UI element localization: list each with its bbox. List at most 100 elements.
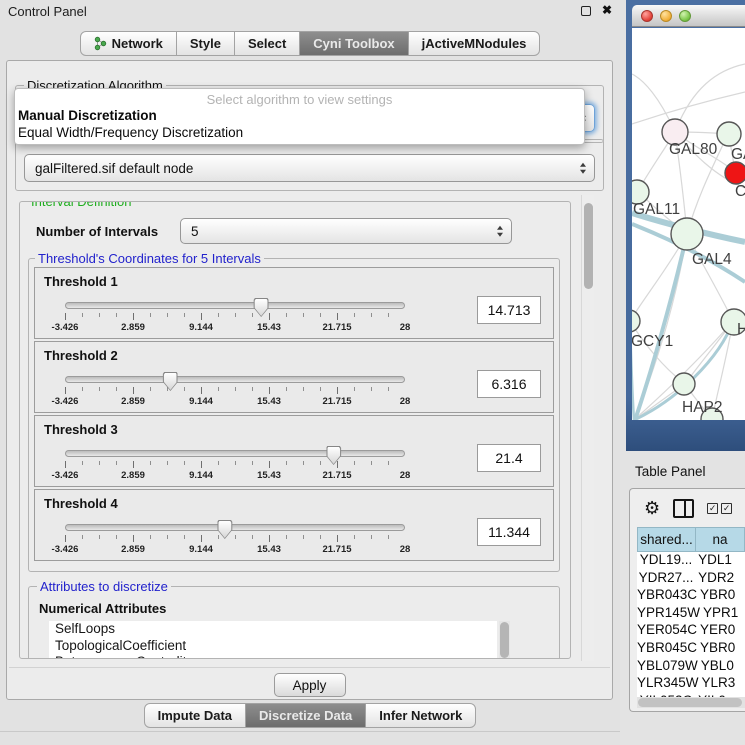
node-right-top[interactable] [717,122,741,146]
table-row[interactable]: YLR345W YLR3 [637,675,745,693]
threshold-value-field[interactable]: 14.713 [477,296,541,324]
tab-jactivemnodules[interactable]: jActiveMNodules [408,31,541,56]
cell-name[interactable]: YLR3 [699,675,745,693]
threshold-list: Threshold 1 -3.426 2.859 [34,267,554,563]
node-label: GAL80 [669,141,718,158]
scrollbar-thumb[interactable] [584,203,593,289]
zoom-traffic-light-icon[interactable] [679,10,691,22]
cell-shared-name[interactable]: YDR27... [637,570,695,588]
cell-shared-name[interactable]: YDL19... [637,552,695,570]
node-label: HAP2 [682,399,723,416]
float-window-icon[interactable] [581,6,591,16]
tab-style[interactable]: Style [176,31,235,56]
node-selected-red[interactable] [725,162,745,184]
columns-icon[interactable] [673,499,694,518]
network-window-titlebar [632,5,745,27]
threshold-label: Threshold 1 [44,274,118,289]
cell-shared-name[interactable]: YLR345W [637,675,699,693]
node-hap2[interactable] [673,373,695,395]
table-row[interactable]: YBR045C YBR0 [637,640,745,658]
cell-name[interactable]: YPR1 [700,605,745,623]
node-gal4[interactable] [671,218,703,250]
tab-impute-data[interactable]: Impute Data [144,703,246,728]
apply-strip: Apply [9,667,610,700]
attributes-scrollbar[interactable] [499,621,510,659]
threshold-value-field[interactable]: 11.344 [477,518,541,546]
group-label: Attributes to discretize [37,579,171,594]
number-of-intervals-spinner[interactable]: 5 [180,218,512,244]
attribute-list-item[interactable]: BetweennessCentrality [49,654,497,659]
checkbox-icon[interactable]: ✓ [721,503,732,514]
apply-button[interactable]: Apply [274,673,346,697]
table-horizontal-scrollbar[interactable] [637,697,745,708]
algorithm-option-manual[interactable]: Manual Discretization [15,107,584,124]
table-panel-toolbar: ⚙ ✓ ✓ [630,489,745,527]
close-icon[interactable]: ✖ [602,3,612,17]
table-row[interactable]: YPR145W YPR1 [637,605,745,623]
threshold-panel: Threshold 2 -3.426 2.859 [34,341,554,413]
attribute-list-item[interactable]: SelfLoops [49,621,497,638]
threshold-label: Threshold 2 [44,348,118,363]
numerical-attributes-list[interactable]: SelfLoopsTopologicalCoefficientBetweenne… [49,621,497,659]
threshold-slider[interactable]: -3.426 2.859 9.144 15.43 21.715 28 [65,298,405,336]
threshold-value-field[interactable]: 6.316 [477,370,541,398]
tab-network[interactable]: Network [80,31,177,56]
number-of-intervals-label: Number of Intervals [36,224,158,239]
algorithm-option-equal-width[interactable]: Equal Width/Frequency Discretization [15,124,584,141]
checkbox-icon[interactable]: ✓ [707,503,718,514]
tab-discretize-data[interactable]: Discretize Data [245,703,366,728]
tab-cyni-toolbox[interactable]: Cyni Toolbox [299,31,408,56]
node-gcy1[interactable] [632,310,640,332]
network-graph: GAL80 GA C GAL11 GAL4 GCY1 HA HAP2 [632,28,745,420]
tab-infer-network[interactable]: Infer Network [365,703,476,728]
slider-major-ticks [65,461,405,468]
close-traffic-light-icon[interactable] [641,10,653,22]
threshold-label: Threshold 3 [44,422,118,437]
cell-name[interactable]: YBL0 [698,658,745,676]
cell-name[interactable]: YDL1 [695,552,745,570]
threshold-slider[interactable]: -3.426 2.859 9.144 15.43 21.715 28 [65,446,405,484]
cell-name[interactable]: YBR0 [697,587,745,605]
tab-select[interactable]: Select [234,31,300,56]
table-row[interactable]: YBL079W YBL0 [637,658,745,676]
network-canvas[interactable]: GAL80 GA C GAL11 GAL4 GCY1 HA HAP2 [632,28,745,420]
cell-name[interactable]: YER0 [697,622,745,640]
slider-track[interactable] [65,524,405,531]
group-label: Interval Definition [28,201,134,209]
threshold-panel: Threshold 4 -3.426 2.859 [34,489,554,561]
cell-shared-name[interactable]: YBL079W [637,658,698,676]
table-row[interactable]: YER054C YER0 [637,622,745,640]
cell-name[interactable]: YDR2 [695,570,745,588]
table-row[interactable]: YDL19... YDL1 [637,552,745,570]
cell-shared-name[interactable]: YBR045C [637,640,697,658]
table-row[interactable]: YBR043C YBR0 [637,587,745,605]
scrollbar-thumb[interactable] [638,698,742,707]
cell-shared-name[interactable]: YPR145W [637,605,700,623]
threshold-value-field[interactable]: 21.4 [477,444,541,472]
interval-definition-group: Interval Definition Number of Intervals … [19,201,571,659]
slider-track[interactable] [65,302,405,309]
threshold-panel: Threshold 3 -3.426 2.859 [34,415,554,487]
top-tab-bar: Network Style Select Cyni Toolbox jActiv… [0,31,620,56]
table-data-combobox[interactable]: galFiltered.sif default node [24,154,595,182]
slider-track[interactable] [65,376,405,383]
threshold-panel: Threshold 1 -3.426 2.859 [34,267,554,339]
cell-shared-name[interactable]: YBR043C [637,587,697,605]
gear-icon[interactable]: ⚙ [644,499,660,517]
attribute-list-item[interactable]: TopologicalCoefficient [49,638,497,655]
threshold-label: Threshold 4 [44,496,118,511]
slider-track[interactable] [65,450,405,457]
column-header-name[interactable]: na [695,527,745,552]
table-row[interactable]: YDR27... YDR2 [637,570,745,588]
cell-name[interactable]: YBR0 [697,640,745,658]
slider-tick-labels: -3.426 2.859 9.144 15.43 21.715 28 [65,544,405,556]
column-header-shared-name[interactable]: shared... [637,527,696,552]
minimize-traffic-light-icon[interactable] [660,10,672,22]
control-panel: Control Panel ✖ Network Style Select Cyn… [0,0,620,745]
cell-shared-name[interactable]: YER054C [637,622,697,640]
threshold-slider[interactable]: -3.426 2.859 9.144 15.43 21.715 28 [65,520,405,558]
cyni-toolbox-panel: Discretization Algorithm Table Data galF… [6,60,613,700]
node-label: GCY1 [632,333,673,350]
settings-vertical-scrollbar[interactable] [581,195,594,661]
threshold-slider[interactable]: -3.426 2.859 9.144 15.43 21.715 28 [65,372,405,410]
